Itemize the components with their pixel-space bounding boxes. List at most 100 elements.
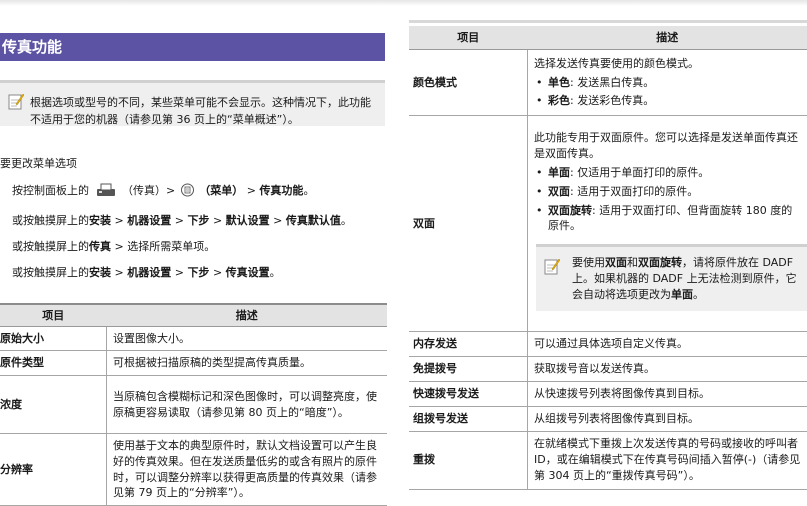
path-fax-default: 传真默认值 <box>286 214 341 227</box>
path-next: 下步 <box>187 266 209 279</box>
note-text: 根据选项或型号的不同，某些菜单可能不会显示。这种情况下，此功能不适用于您的机器（… <box>30 94 380 128</box>
menu-label: （菜单） <box>199 184 243 197</box>
header-desc: 描述 <box>107 304 388 327</box>
bullet-mono: 单色: 发送黑白传真。 <box>534 75 801 91</box>
header-item: 项目 <box>409 26 528 50</box>
row-desc: 选择发送传真要使用的颜色模式。 单色: 发送黑白传真。 彩色: 发送彩色传真。 <box>528 50 807 116</box>
color-mode-desc: 选择发送传真要使用的颜色模式。 <box>534 56 801 72</box>
row-item: 原始大小 <box>0 327 107 351</box>
table-header-row: 项目 描述 <box>409 26 807 50</box>
bullet-simplex: 单面: 仅适用于单面打印的原件。 <box>534 165 801 181</box>
table-row: 原始大小 设置图像大小。 <box>0 327 387 351</box>
step-fax-setup: 或按触摸屏上的安装 > 机器设置 > 下步 > 传真设置。 <box>12 265 281 281</box>
table-row: 浓度 当原稿包含模糊标记和深色图像时，可以调整亮度，使原稿更容易读取（请参见第 … <box>0 376 387 434</box>
row-item: 分辨率 <box>0 434 107 506</box>
note-prefix: 要使用 <box>572 256 605 269</box>
step-prefix: 按控制面板上的 <box>12 184 89 197</box>
path-setup: 安装 <box>89 214 111 227</box>
fax-options-table-right: 项目 描述 颜色模式 选择发送传真要使用的颜色模式。 单色: 发送黑白传真。 彩… <box>409 26 807 490</box>
left-column: 传真功能 根据选项或型号的不同，某些菜单可能不会显示。这种情况下，此功能不适用于… <box>0 0 395 501</box>
row-item: 重拨 <box>409 431 528 489</box>
sep: > <box>247 184 256 197</box>
menu-heading: 要更改菜单选项 <box>0 156 77 172</box>
bullet-label: 双面 <box>548 185 570 198</box>
table-header-row: 项目 描述 <box>0 304 387 327</box>
path-default-setting: 默认设置 <box>226 214 270 227</box>
step-prefix: 或按触摸屏上的 <box>12 240 89 253</box>
note-box: 根据选项或型号的不同，某些菜单可能不会显示。这种情况下，此功能不适用于您的机器（… <box>0 80 385 126</box>
row-desc: 可根据被扫描原稿的类型提高传真质量。 <box>107 351 388 376</box>
row-item: 快速拨号发送 <box>409 381 528 406</box>
row-item: 免提拨号 <box>409 356 528 381</box>
sep: > <box>175 266 184 279</box>
bullet-text: : 仅适用于单面打印的原件。 <box>570 166 709 179</box>
header-item: 项目 <box>0 304 107 327</box>
sep: > <box>175 214 184 227</box>
menu-icon <box>181 183 194 197</box>
row-item: 颜色模式 <box>409 50 528 116</box>
note-bold: 单面 <box>671 288 693 301</box>
note-pencil-icon <box>8 92 24 110</box>
fax-label: （传真）> <box>122 184 175 197</box>
path-machine-setup: 机器设置 <box>127 214 171 227</box>
row-desc: 使用基于文本的典型原件时，默认文档设置可以产生良好的传真效果。但在发送质量低劣的… <box>107 434 388 506</box>
note-bold: 双面 <box>605 256 627 269</box>
row-item: 双面 <box>409 116 528 332</box>
bullet-label: 彩色 <box>548 94 570 107</box>
fax-options-table-left: 项目 描述 原始大小 设置图像大小。 原件类型 可根据被扫描原稿的类型提高传真质… <box>0 303 387 506</box>
bullet-color: 彩色: 发送彩色传真。 <box>534 93 801 109</box>
top-rule-right <box>409 20 807 23</box>
sep: > <box>213 214 222 227</box>
step-fax-defaults: 或按触摸屏上的安装 > 机器设置 > 下步 > 默认设置 > 传真默认值。 <box>12 213 352 229</box>
row-item: 原件类型 <box>0 351 107 376</box>
table-row: 快速拨号发送 从快速拨号列表将图像传真到目标。 <box>409 381 807 406</box>
bullet-label: 单面 <box>548 166 570 179</box>
bullet-text: : 适用于双面打印的原件。 <box>570 185 698 198</box>
end: 。 <box>270 266 281 279</box>
header-desc: 描述 <box>528 26 807 50</box>
path-next: 下步 <box>187 214 209 227</box>
bullet-label: 单色 <box>548 76 570 89</box>
bullet-label: 双面旋转 <box>548 204 592 217</box>
row-desc: 当原稿包含模糊标记和深色图像时，可以调整亮度，使原稿更容易读取（请参见第 80 … <box>107 376 388 434</box>
table-row: 分辨率 使用基于文本的典型原件时，默认文档设置可以产生良好的传真效果。但在发送质… <box>0 434 387 506</box>
path-fax-setup: 传真设置 <box>226 266 270 279</box>
note-mid: 和 <box>627 256 638 269</box>
duplex-note: 要使用双面和双面旋转，请将原件放在 DADF 上。如果机器的 DADF 上无法检… <box>536 244 807 311</box>
step-prefix: 或按触摸屏上的 <box>12 266 89 279</box>
row-desc: 此功能专用于双面原件。您可以选择是发送单面传真还是双面传真。 单面: 仅适用于单… <box>528 116 807 332</box>
note-bold: 双面旋转 <box>638 256 682 269</box>
row-desc: 从快速拨号列表将图像传真到目标。 <box>528 381 807 406</box>
row-desc: 从组拨号列表将图像传真到目标。 <box>528 406 807 431</box>
path-setup: 安装 <box>89 266 111 279</box>
path-machine-setup: 机器设置 <box>127 266 171 279</box>
bullet-text: : 发送彩色传真。 <box>570 94 654 107</box>
table-row: 内存发送 可以通过具体选项自定义传真。 <box>409 332 807 357</box>
sep: > <box>115 214 124 227</box>
end: 。 <box>341 214 352 227</box>
table-row: 重拨 在就绪模式下重拨上次发送传真的号码或接收的呼叫者 ID，或在编辑模式下在传… <box>409 431 807 489</box>
table-row: 免提拨号 获取拨号音以发送传真。 <box>409 356 807 381</box>
end: 。 <box>303 184 314 197</box>
bullet-text: : 发送黑白传真。 <box>570 76 654 89</box>
sep: > <box>213 266 222 279</box>
row-item: 内存发送 <box>409 332 528 357</box>
path-fax: 传真 <box>89 240 111 253</box>
duplex-desc: 此功能专用于双面原件。您可以选择是发送单面传真还是双面传真。 <box>534 130 801 162</box>
table-row-color-mode: 颜色模式 选择发送传真要使用的颜色模式。 单色: 发送黑白传真。 彩色: 发送彩… <box>409 50 807 116</box>
row-desc: 设置图像大小。 <box>107 327 388 351</box>
row-item: 组拨号发送 <box>409 406 528 431</box>
step-control-panel: 按控制面板上的 （传真）> （菜单） > 传真功能。 <box>12 183 314 199</box>
row-desc: 可以通过具体选项自定义传真。 <box>528 332 807 357</box>
bullet-duplex: 双面: 适用于双面打印的原件。 <box>534 184 801 200</box>
fax-feature-label: 传真功能 <box>259 184 303 197</box>
row-desc: 在就绪模式下重拨上次发送传真的号码或接收的呼叫者 ID，或在编辑模式下在传真号码… <box>528 431 807 489</box>
note-pencil-icon <box>544 257 560 275</box>
fax-icon <box>95 183 117 197</box>
note-end: 。 <box>693 288 704 301</box>
sep: > <box>115 266 124 279</box>
bullet-duplex-rotate: 双面旋转: 适用于双面打印、但背面旋转 180 度的原件。 <box>534 203 801 235</box>
table-row: 组拨号发送 从组拨号列表将图像传真到目标。 <box>409 406 807 431</box>
row-desc: 获取拨号音以发送传真。 <box>528 356 807 381</box>
step-rest: > 选择所需菜单项。 <box>115 240 216 253</box>
